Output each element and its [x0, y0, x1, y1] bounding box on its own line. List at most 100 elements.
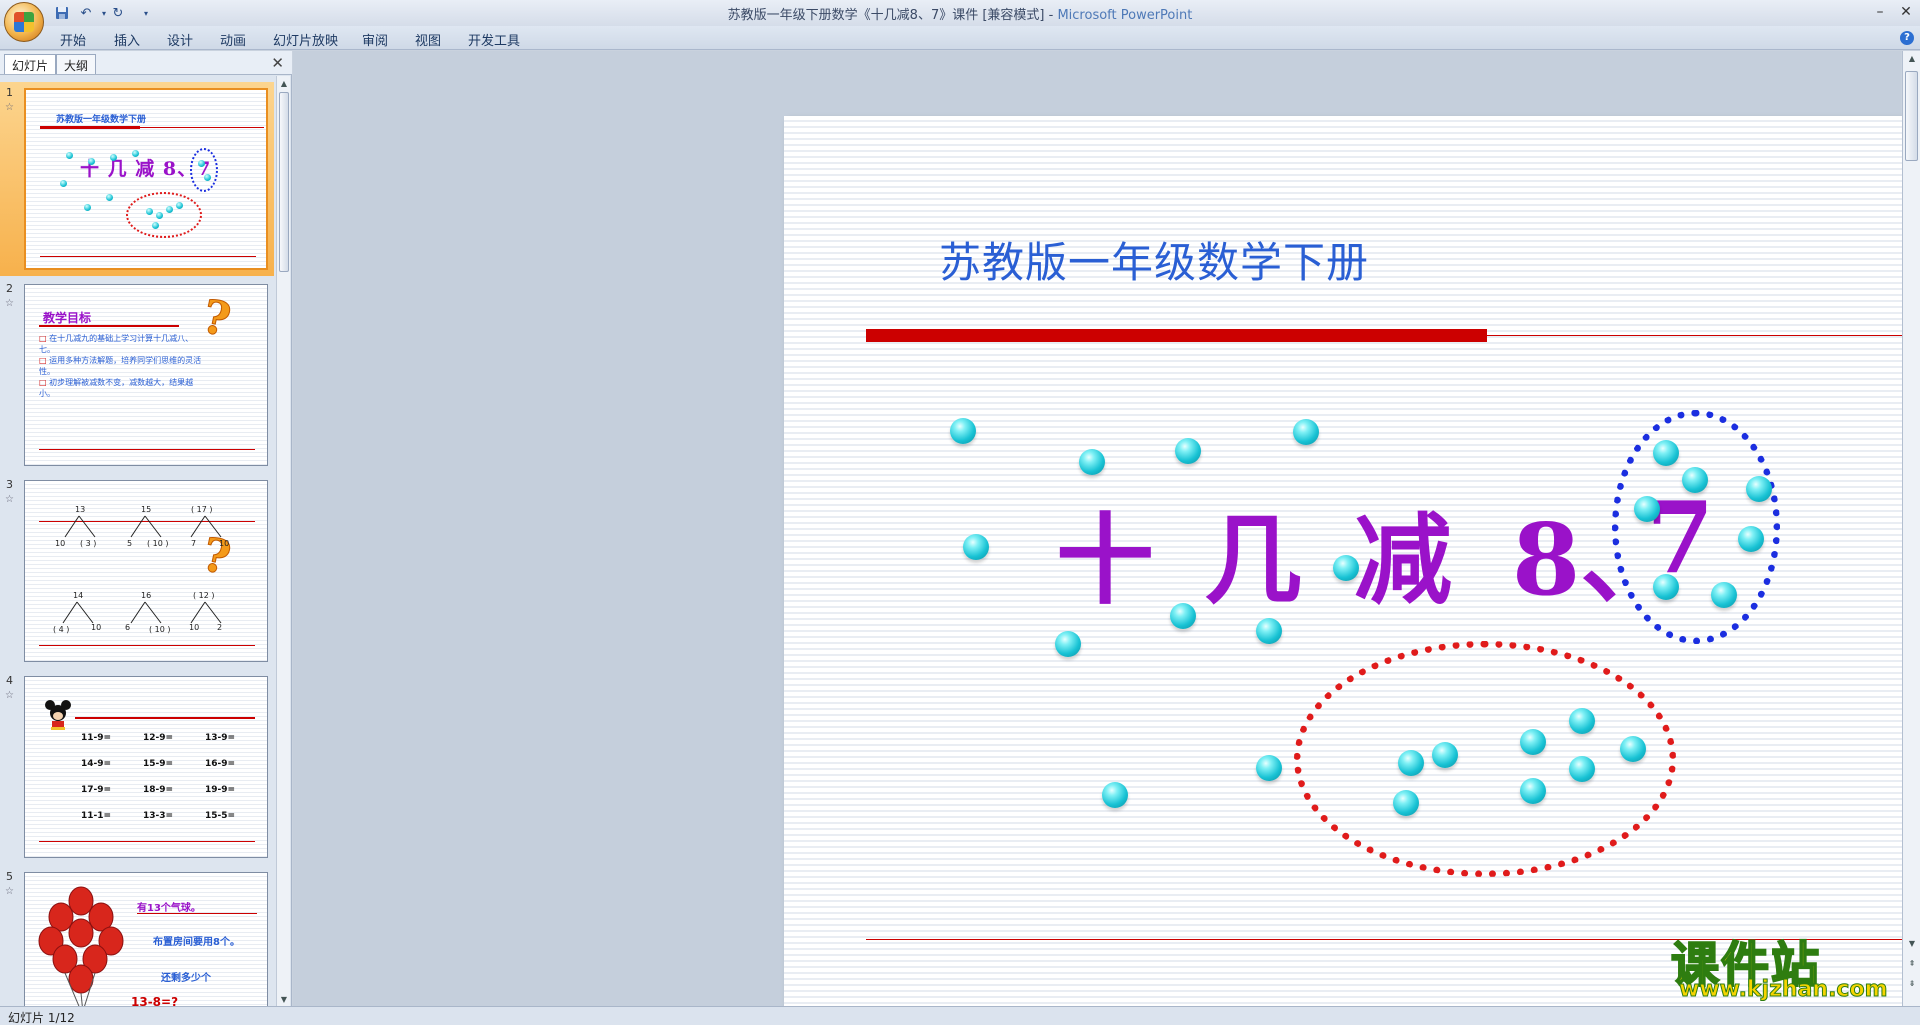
thumb-ball — [152, 222, 159, 229]
cyan-ball[interactable] — [1653, 574, 1679, 600]
cyan-ball[interactable] — [1682, 467, 1708, 493]
thumbnail-slide-3[interactable]: 3 ☆ ? 13 10 ( 3 ) 15 5 ( 10 ) ( 17 ) 7 1… — [0, 474, 274, 668]
equation-row: 14-9= 15-9= 16-9= — [81, 759, 236, 769]
cyan-ball[interactable] — [1079, 449, 1105, 475]
close-window-icon[interactable]: ✕ — [1894, 2, 1918, 22]
thumbnail-slide-1[interactable]: 1 ☆ 苏教版一年级数学下册 十 几 减 8、7 — [0, 82, 274, 276]
cyan-ball[interactable] — [1653, 440, 1679, 466]
cyan-ball[interactable] — [1175, 438, 1201, 464]
title-char[interactable]: 十 — [1056, 481, 1154, 623]
bullet-item: □ 运用多种方法解题，培养同学们思维的灵活性。 — [39, 356, 202, 376]
cyan-ball[interactable] — [1569, 708, 1595, 734]
cyan-ball[interactable] — [1738, 526, 1764, 552]
tree-value: 16 — [141, 591, 152, 600]
tree-value: ( 4 ) — [53, 625, 70, 634]
thumb-ball — [204, 174, 211, 181]
tree-value: 15 — [141, 505, 152, 514]
title-bar: ↶ ▾ ↻ ▾ 苏教版一年级下册数学《十几减8、7》课件 [兼容模式] - Mi… — [0, 0, 1920, 42]
mickey-mouse-icon — [45, 700, 71, 730]
tab-outline[interactable]: 大纲 — [56, 54, 97, 74]
slide-header[interactable]: 苏教版一年级数学下册 — [939, 229, 1369, 290]
tab-view[interactable]: 视图 — [415, 30, 441, 49]
scrollbar-thumb[interactable] — [1905, 71, 1918, 161]
thumb-red-bar — [39, 325, 179, 327]
thumbnail-slide-4[interactable]: 4 ☆ 11-9= 12-9= 13-9= 14-9= 15-9= 16-9= 17-9… — [0, 670, 274, 864]
close-panel-icon[interactable]: ✕ — [271, 54, 284, 72]
minimize-icon[interactable]: – — [1868, 2, 1892, 22]
cyan-ball[interactable] — [1520, 778, 1546, 804]
tab-developer[interactable]: 开发工具 — [468, 30, 520, 49]
cyan-ball[interactable] — [1256, 618, 1282, 644]
cyan-ball[interactable] — [1256, 755, 1282, 781]
scrollbar-thumb[interactable] — [279, 92, 289, 272]
slide-thumbnail[interactable]: 有13个气球。 布置房间要用8个。 还剩多少个 13-8=? — [24, 872, 268, 1006]
title-char[interactable]: 几 — [1204, 481, 1302, 623]
thumbnail-slide-2[interactable]: 2 ☆ 教学目标 ? □ 在十几减九的基础上学习计算十几减八、七。 □ 运用多种… — [0, 278, 274, 472]
cyan-ball[interactable] — [1634, 496, 1660, 522]
cyan-ball[interactable] — [1432, 742, 1458, 768]
tab-review[interactable]: 审阅 — [362, 30, 388, 49]
thumbnail-scrollbar[interactable]: ▲ ▼ — [276, 76, 290, 1006]
tab-insert[interactable]: 插入 — [114, 30, 140, 49]
thumb-ball — [60, 180, 67, 187]
thumb-blue-ellipse — [190, 148, 218, 192]
app-name: Microsoft PowerPoint — [1057, 8, 1193, 23]
cyan-ball[interactable] — [1620, 736, 1646, 762]
status-bar: 幻灯片 1/12 — [0, 1006, 1920, 1025]
cyan-ball[interactable] — [1170, 603, 1196, 629]
tree-value: ( 12 ) — [193, 591, 215, 600]
cyan-ball[interactable] — [1333, 555, 1359, 581]
watermark-url: www.kjzhan.com — [1679, 977, 1889, 1003]
main-scrollbar[interactable]: ▲ ▼ ⇞ ⇟ — [1902, 51, 1920, 1006]
scroll-up-icon[interactable]: ▲ — [1903, 51, 1920, 65]
cyan-ball[interactable] — [1293, 419, 1319, 445]
scroll-down-icon[interactable]: ▼ — [1903, 936, 1920, 950]
tab-home[interactable]: 开始 — [60, 30, 86, 49]
cyan-ball[interactable] — [1569, 756, 1595, 782]
thumbnail-slide-5[interactable]: 5 ☆ 有13个气球。 布置房间要用8个。 还剩多少个 13-8=? — [0, 866, 274, 1006]
tree-lines — [190, 515, 222, 538]
scroll-up-icon[interactable]: ▲ — [277, 76, 291, 90]
thumb-ball — [66, 152, 73, 159]
cyan-ball[interactable] — [1746, 476, 1772, 502]
tree-value: 10 — [189, 623, 200, 632]
current-slide[interactable]: 苏教版一年级数学下册 十 几 减 8、 7 — [784, 116, 1920, 1025]
previous-slide-icon[interactable]: ⇞ — [1903, 956, 1920, 970]
title-char[interactable]: 减 — [1354, 481, 1452, 623]
cyan-ball[interactable] — [1398, 750, 1424, 776]
slide-thumbnail[interactable]: 教学目标 ? □ 在十几减九的基础上学习计算十几减八、七。 □ 运用多种方法解题… — [24, 284, 268, 466]
slide-thumbnail[interactable]: ? 13 10 ( 3 ) 15 5 ( 10 ) ( 17 ) 7 10 14… — [24, 480, 268, 662]
thumb-ball — [132, 150, 139, 157]
bullet-item: □ 在十几减九的基础上学习计算十几减八、七。 — [39, 334, 194, 354]
cyan-ball[interactable] — [1055, 631, 1081, 657]
cyan-ball[interactable] — [1102, 782, 1128, 808]
office-button[interactable] — [4, 2, 44, 42]
cyan-ball[interactable] — [963, 534, 989, 560]
transition-star-icon: ☆ — [5, 690, 14, 701]
slide-number: 3 — [6, 478, 13, 491]
thumb-line: 13-8=? — [131, 995, 179, 1006]
cyan-ball[interactable] — [950, 418, 976, 444]
tab-animation[interactable]: 动画 — [220, 30, 246, 49]
slide-thumbnail[interactable]: 11-9= 12-9= 13-9= 14-9= 15-9= 16-9= 17-9= 18-… — [24, 676, 268, 858]
balloons-icon — [38, 886, 124, 1006]
tree-value: 7 — [191, 539, 197, 548]
thumb-line: 有13个气球。 — [137, 903, 201, 914]
tree-value: ( 10 ) — [147, 539, 169, 548]
help-icon[interactable]: ? — [1900, 31, 1914, 45]
slides-panel: 幻灯片 大纲 ✕ 1 ☆ 苏教版一年级数学下册 十 几 减 8、7 2 ☆ 教学… — [0, 51, 292, 1006]
tab-slideshow[interactable]: 幻灯片放映 — [273, 30, 338, 49]
scroll-down-icon[interactable]: ▼ — [277, 992, 291, 1006]
thumb-footer-line — [39, 645, 255, 646]
next-slide-icon[interactable]: ⇟ — [1903, 976, 1920, 990]
slide-thumbnail[interactable]: 苏教版一年级数学下册 十 几 减 8、7 — [24, 88, 268, 270]
red-dotted-ellipse[interactable] — [1294, 641, 1676, 877]
tab-slides[interactable]: 幻灯片 — [4, 54, 57, 74]
thumb-header: 苏教版一年级数学下册 — [56, 115, 147, 125]
tab-design[interactable]: 设计 — [167, 30, 193, 49]
cyan-ball[interactable] — [1393, 790, 1419, 816]
cyan-ball[interactable] — [1711, 582, 1737, 608]
cyan-ball[interactable] — [1520, 729, 1546, 755]
equation-grid: 11-9= 12-9= 13-9= 14-9= 15-9= 16-9= 17-9= 18-… — [81, 725, 235, 829]
panel-tabs: 幻灯片 大纲 ✕ — [0, 51, 292, 75]
